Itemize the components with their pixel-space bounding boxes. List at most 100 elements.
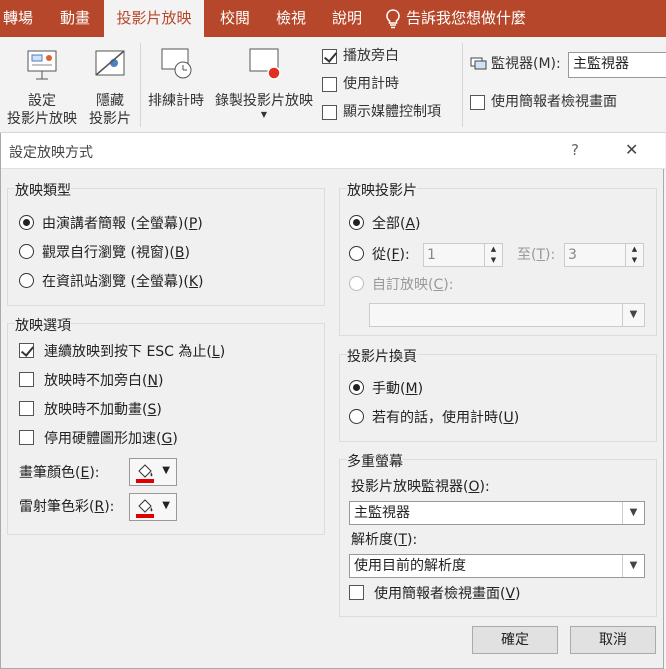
- laser-color-label: 雷射筆色彩(R):: [19, 496, 114, 518]
- no-animation-checkbox[interactable]: 放映時不加動畫(S): [19, 399, 162, 421]
- all-slides-radio[interactable]: 全部(A): [349, 213, 421, 235]
- paint-bucket-icon: [136, 464, 154, 483]
- show-media-controls-check[interactable]: [322, 104, 337, 120]
- from-label-key: F: [391, 247, 400, 263]
- use-timings-radio[interactable]: 若有的話，使用計時(U): [349, 407, 519, 429]
- presenter-full-screen-radio[interactable]: 由演講者簡報 (全螢幕)(P): [19, 213, 203, 235]
- record-slide-show-button[interactable]: 錄製投影片放映 ▼: [208, 43, 320, 120]
- custom-show-select[interactable]: ▼: [369, 303, 645, 327]
- use-timings-check[interactable]: [322, 76, 337, 92]
- cancel-button[interactable]: 取消: [570, 626, 656, 654]
- rehearse-timings-button[interactable]: 排練計時: [144, 43, 208, 110]
- hw-accel-label-b: ): [172, 431, 178, 447]
- pen-color-label-key: E: [80, 465, 90, 481]
- help-icon[interactable]: ?: [571, 141, 579, 159]
- slideshow-monitor-select[interactable]: 主監視器 ▼: [349, 501, 645, 525]
- loop-until-esc-checkbox[interactable]: 連續放映到按下 ESC 為止(L): [19, 341, 225, 363]
- all-label-key: A: [405, 216, 416, 232]
- ribbon-presenter-view-check[interactable]: [470, 94, 485, 110]
- manual-radio-circle[interactable]: [349, 380, 364, 395]
- tab-review[interactable]: 校閱: [210, 0, 260, 37]
- laser-color-picker[interactable]: ▼: [129, 493, 177, 521]
- individual-label-key: B: [174, 245, 185, 261]
- tell-me-label: 告訴我您想做什麼: [406, 9, 527, 27]
- no-narration-check[interactable]: [19, 372, 34, 387]
- custom-show-radio[interactable]: 自訂放映(C):: [349, 274, 453, 296]
- pen-color-picker[interactable]: ▼: [129, 458, 177, 486]
- resolution-value: 使用目前的解析度: [354, 558, 466, 574]
- use-timings-checkbox[interactable]: 使用計時: [322, 74, 399, 94]
- presenter-view-label-b: ): [515, 586, 521, 602]
- from-value: 1: [427, 247, 436, 263]
- show-type-title: 放映類型: [15, 180, 71, 200]
- tab-slide-show[interactable]: 投影片放映: [104, 0, 204, 37]
- slideshow-monitor-label: 投影片放映監視器(O):: [351, 476, 490, 498]
- kiosk-radio[interactable]: 在資訊站瀏覽 (全螢幕)(K): [19, 271, 204, 293]
- individual-window-radio[interactable]: 觀眾自行瀏覽 (視窗)(B): [19, 242, 190, 264]
- resolution-select[interactable]: 使用目前的解析度 ▼: [349, 554, 645, 578]
- monitor-label-b: ):: [479, 479, 490, 495]
- from-slide-stepper[interactable]: 1 ▲ ▼: [423, 243, 503, 267]
- from-label-b: ):: [399, 247, 410, 263]
- slideshow-monitor-value: 主監視器: [354, 505, 410, 521]
- tab-view[interactable]: 檢視: [266, 0, 316, 37]
- ribbon-separator: [140, 43, 141, 127]
- stepper-down-icon[interactable]: ▼: [626, 255, 643, 266]
- record-slide-show-label: 錄製投影片放映: [215, 93, 313, 109]
- manual-advance-radio[interactable]: 手動(M): [349, 378, 423, 400]
- ribbon-presenter-view-checkbox[interactable]: 使用簡報者檢視畫面: [470, 92, 617, 112]
- set-up-show-dialog: 設定放映方式 ? ✕ 放映類型 由演講者簡報 (全螢幕)(P) 觀眾自行瀏覽 (…: [0, 133, 665, 669]
- timings-label-b: ): [513, 410, 520, 426]
- resolution-label: 解析度(T):: [351, 529, 417, 551]
- play-narrations-checkbox[interactable]: 播放旁白: [322, 46, 399, 66]
- presenter-view-label-a: 使用簡報者檢視畫面(: [374, 586, 506, 602]
- pen-color-swatch: [136, 479, 154, 483]
- record-dropdown-arrow[interactable]: ▼: [208, 110, 320, 120]
- timings-radio-circle[interactable]: [349, 409, 364, 424]
- stepper-down-icon[interactable]: ▼: [485, 255, 502, 266]
- advance-slides-title: 投影片換頁: [347, 346, 417, 366]
- pen-color-label: 畫筆顏色(E):: [19, 462, 100, 484]
- hw-accel-check[interactable]: [19, 430, 34, 445]
- kiosk-radio-circle[interactable]: [19, 273, 34, 288]
- presenter-radio-circle[interactable]: [19, 215, 34, 230]
- ok-button[interactable]: 確定: [472, 626, 558, 654]
- tell-me-box[interactable]: 告訴我您想做什麼: [384, 0, 544, 37]
- presenter-label-b: ): [197, 216, 203, 232]
- hide-slide-button[interactable]: 隱藏 投影片: [84, 43, 136, 128]
- play-narrations-label: 播放旁白: [343, 48, 399, 64]
- presenter-view-checkbox[interactable]: 使用簡報者檢視畫面(V): [349, 583, 521, 605]
- all-slides-radio-circle[interactable]: [349, 215, 364, 230]
- individual-label-a: 觀眾自行瀏覽 (視窗)(: [42, 245, 175, 261]
- show-slides-title: 放映投影片: [347, 180, 417, 200]
- from-label-a: 從(: [372, 247, 392, 263]
- tab-help[interactable]: 說明: [322, 0, 372, 37]
- setup-slideshow-icon: [27, 50, 57, 80]
- paint-bucket-icon: [136, 499, 154, 518]
- rehearse-timer-icon: [161, 48, 192, 79]
- to-slide-stepper[interactable]: 3 ▲ ▼: [564, 243, 644, 267]
- from-radio-circle[interactable]: [349, 246, 364, 261]
- monitor-label-text: 監視器(M):: [491, 56, 561, 72]
- no-narration-checkbox[interactable]: 放映時不加旁白(N): [19, 370, 163, 392]
- tab-transitions[interactable]: 轉場: [0, 0, 36, 37]
- individual-radio-circle[interactable]: [19, 244, 34, 259]
- stepper-up-icon[interactable]: ▲: [485, 244, 502, 255]
- play-narrations-check[interactable]: [322, 48, 337, 64]
- ribbon-monitor-select[interactable]: 主監視器: [568, 52, 666, 78]
- show-media-controls-checkbox[interactable]: 顯示媒體控制項: [322, 102, 441, 122]
- disable-hw-accel-checkbox[interactable]: 停用硬體圖形加速(G): [19, 428, 178, 450]
- hide-slide-label2: 投影片: [89, 111, 131, 127]
- stepper-up-icon[interactable]: ▲: [626, 244, 643, 255]
- loop-check[interactable]: [19, 343, 34, 358]
- presenter-view-check[interactable]: [349, 585, 364, 600]
- tab-animations[interactable]: 動畫: [52, 0, 98, 37]
- setup-slide-show-button[interactable]: 設定 投影片放映: [4, 43, 80, 128]
- to-label-a: 至(: [517, 247, 537, 263]
- close-icon[interactable]: ✕: [625, 140, 638, 159]
- ribbon-tab-bar: 轉場 動畫 投影片放映 校閱 檢視 說明 告訴我您想做什麼: [0, 0, 666, 37]
- laser-color-swatch: [136, 514, 154, 518]
- no-animation-check[interactable]: [19, 401, 34, 416]
- custom-show-radio-circle[interactable]: [349, 276, 364, 291]
- from-radio[interactable]: 從(F):: [349, 244, 410, 266]
